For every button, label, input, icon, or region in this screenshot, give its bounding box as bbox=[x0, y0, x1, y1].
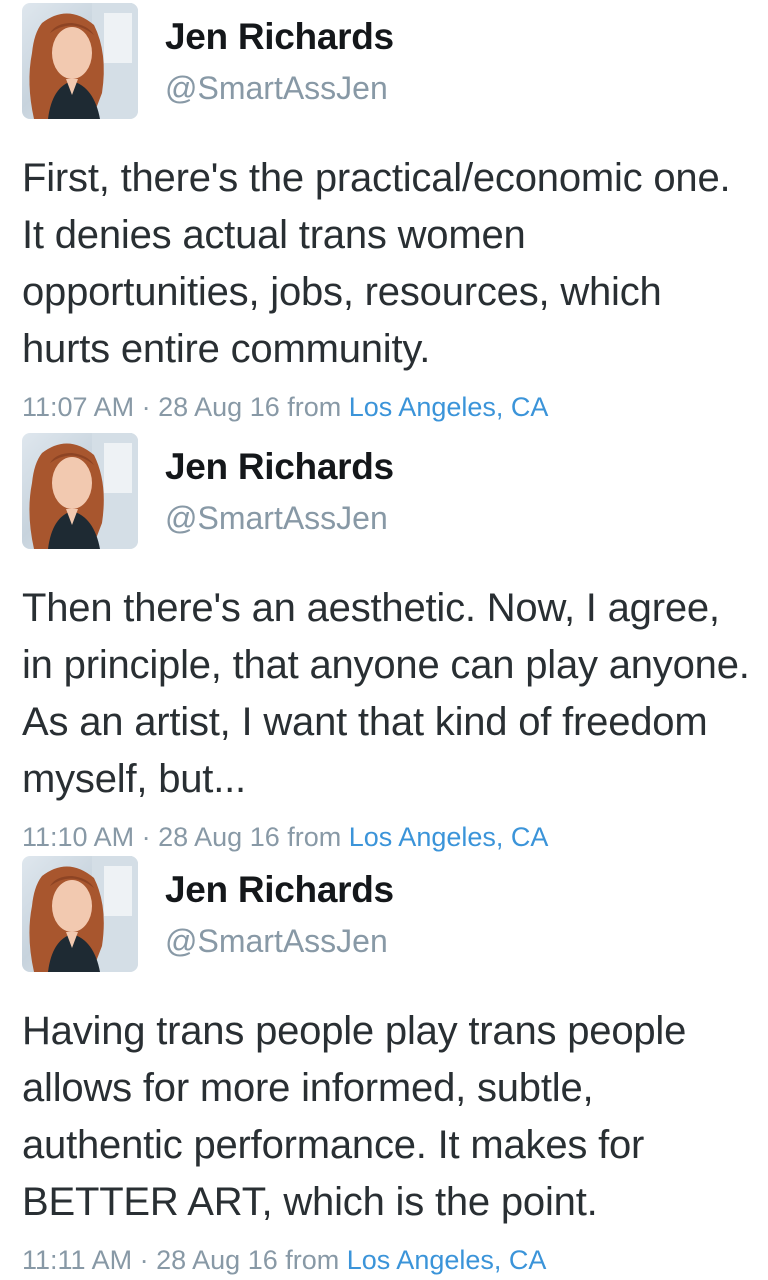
tweet-meta: 11:11 AM · 28 Aug 16 from Los Angeles, C… bbox=[22, 1245, 546, 1276]
author-name[interactable]: Jen Richards bbox=[165, 446, 394, 488]
meta-separator: · bbox=[141, 392, 151, 422]
tweet-meta: 11:07 AM · 28 Aug 16 from Los Angeles, C… bbox=[22, 392, 548, 423]
tweet-location-link[interactable]: Los Angeles, CA bbox=[347, 1245, 547, 1275]
tweet-meta: 11:10 AM · 28 Aug 16 from Los Angeles, C… bbox=[22, 822, 548, 853]
tweet-date: 28 Aug 16 bbox=[156, 1245, 278, 1275]
meta-separator: · bbox=[141, 822, 151, 852]
author-handle[interactable]: @SmartAssJen bbox=[165, 70, 388, 107]
tweet-time: 11:07 AM bbox=[22, 392, 135, 422]
tweet-text: First, there's the practical/economic on… bbox=[22, 156, 731, 371]
tweet-location-link[interactable]: Los Angeles, CA bbox=[349, 392, 549, 422]
from-label: from bbox=[285, 1245, 340, 1275]
avatar[interactable] bbox=[22, 3, 138, 119]
author-handle[interactable]: @SmartAssJen bbox=[165, 923, 388, 960]
tweet-date: 28 Aug 16 bbox=[158, 392, 280, 422]
from-label: from bbox=[287, 822, 342, 852]
tweet-time: 11:10 AM bbox=[22, 822, 135, 852]
from-label: from bbox=[287, 392, 342, 422]
meta-separator: · bbox=[139, 1245, 149, 1275]
avatar[interactable] bbox=[22, 856, 138, 972]
tweet-text: Having trans people play trans people al… bbox=[22, 1009, 687, 1224]
tweet-time: 11:11 AM bbox=[22, 1245, 133, 1275]
avatar[interactable] bbox=[22, 433, 138, 549]
tweet-location-link[interactable]: Los Angeles, CA bbox=[349, 822, 549, 852]
tweet-text: Then there's an aesthetic. Now, I agree,… bbox=[22, 586, 750, 801]
author-name[interactable]: Jen Richards bbox=[165, 869, 394, 911]
tweet-date: 28 Aug 16 bbox=[158, 822, 280, 852]
author-handle[interactable]: @SmartAssJen bbox=[165, 500, 388, 537]
author-name[interactable]: Jen Richards bbox=[165, 16, 394, 58]
